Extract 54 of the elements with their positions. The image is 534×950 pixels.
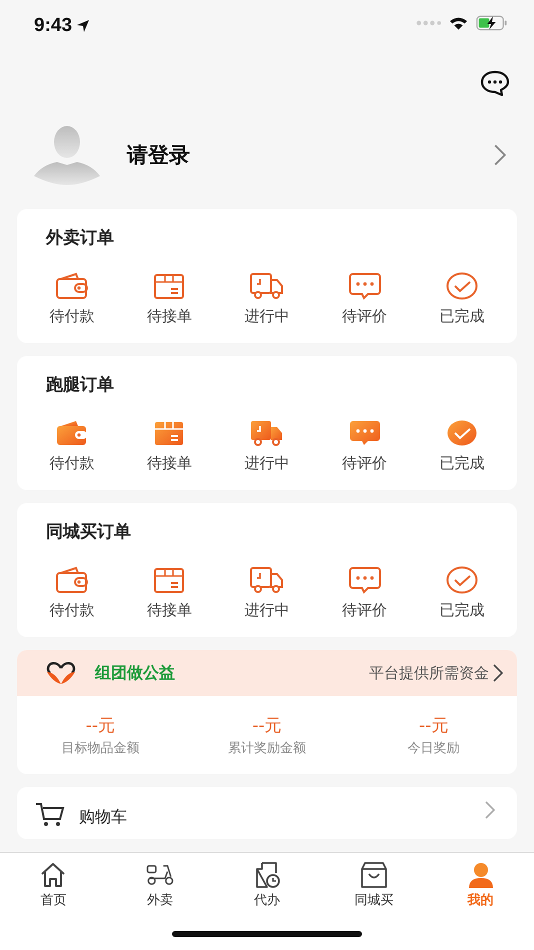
order-status-item[interactable]: 进行中 [218, 271, 316, 326]
tab[interactable]: 同城买 [320, 861, 428, 909]
wallet-icon [54, 271, 90, 301]
row-label: 购物车 [79, 807, 128, 828]
order-status-item[interactable]: 待评价 [316, 418, 414, 473]
comment-icon [346, 271, 383, 301]
message-icon[interactable] [480, 69, 510, 97]
tab[interactable]: 外卖 [106, 861, 214, 909]
chevron-right-icon [485, 801, 495, 819]
charity-title: 组团做公益 [95, 662, 176, 684]
cart-icon [35, 801, 65, 827]
order-status-item[interactable]: 待评价 [316, 565, 414, 620]
card-title: 跑腿订单 [45, 374, 115, 396]
login-prompt[interactable]: 请登录 [127, 141, 494, 169]
order-status-item[interactable]: 待接单 [120, 271, 218, 326]
stat-label: 目标物品金额 [61, 740, 140, 757]
shopping-box-icon [358, 861, 389, 889]
order-status-item[interactable]: 进行中 [218, 418, 316, 473]
order-status-item[interactable]: 待接单 [120, 418, 218, 473]
location-arrow-icon [76, 19, 90, 33]
chevron-right-icon[interactable] [493, 664, 503, 682]
order-status-item[interactable]: 待付款 [23, 565, 121, 620]
card-title: 外卖订单 [44, 227, 115, 249]
comment-icon [346, 565, 383, 595]
order-status-item[interactable]: 已完成 [413, 418, 511, 473]
truck-icon [248, 418, 285, 448]
tab[interactable]: 代办 [214, 861, 320, 909]
order-status-item[interactable]: 待付款 [23, 271, 121, 326]
order-status-item[interactable]: 待评价 [316, 271, 414, 326]
status-time: 9:43 [34, 15, 72, 37]
wifi-icon [449, 16, 468, 30]
stat-label: 今日奖励 [408, 740, 460, 757]
card-title: 同城买订单 [45, 521, 132, 543]
funding-link[interactable]: 平台提供所需资金 [369, 664, 489, 682]
order-status-item[interactable]: 待接单 [120, 565, 218, 620]
truck-icon [248, 271, 285, 301]
check-circle-icon [444, 271, 480, 301]
stat-label: 累计奖励金额 [228, 740, 306, 757]
heart-icon [45, 660, 77, 686]
tab[interactable]: 首页 [0, 861, 107, 909]
stat-value: --元 [419, 715, 448, 737]
order-status-item[interactable]: 已完成 [413, 271, 511, 326]
wallet-icon [54, 565, 90, 595]
order-status-item[interactable]: 已完成 [413, 565, 511, 620]
order-status-item[interactable]: 待付款 [23, 418, 121, 473]
avatar-silhouette [32, 125, 102, 185]
signal-icon [416, 20, 441, 26]
check-circle-icon [444, 565, 480, 595]
truck-icon [248, 565, 285, 595]
battery-charging-icon [476, 15, 508, 31]
stat-value: --元 [252, 715, 282, 737]
order-status-item[interactable]: 进行中 [218, 565, 316, 620]
stat-value: --元 [86, 715, 115, 737]
cart-row[interactable]: 购物车 [17, 787, 517, 839]
